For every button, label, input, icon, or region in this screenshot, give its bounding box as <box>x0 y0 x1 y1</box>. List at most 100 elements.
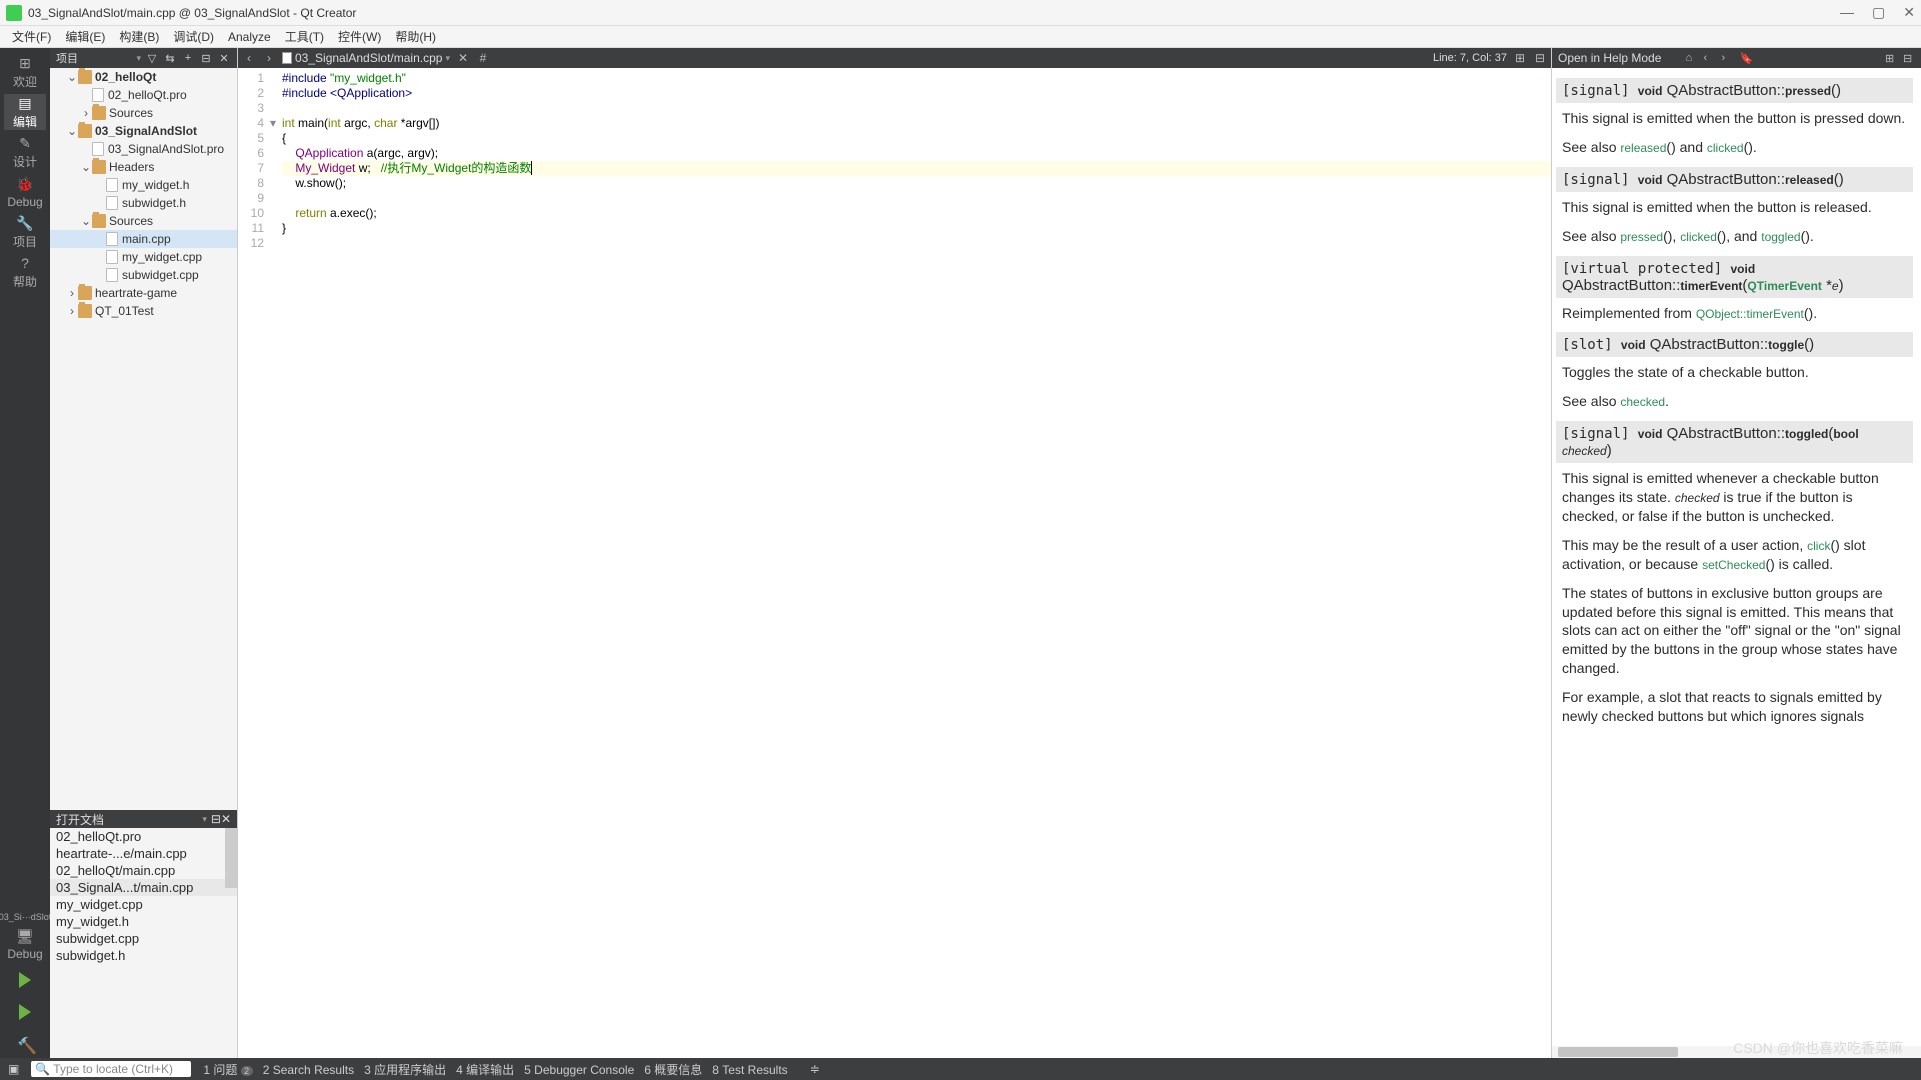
open-file-item[interactable]: 02_helloQt/main.cpp <box>50 862 237 879</box>
close-editor-icon[interactable]: ✕ <box>456 51 470 65</box>
tree-node[interactable]: subwidget.h <box>50 194 237 212</box>
maximize-button[interactable]: ▢ <box>1872 4 1885 21</box>
expand-icon[interactable]: ⌄ <box>80 214 92 228</box>
fold-column[interactable]: ▾ <box>270 68 282 1058</box>
scrollbar-thumb[interactable] <box>225 828 237 888</box>
menu-item[interactable]: Analyze <box>222 28 277 46</box>
build-button[interactable]: 🔨 <box>7 1030 43 1058</box>
close-help-icon[interactable]: ⊟ <box>1903 52 1915 65</box>
expand-icon[interactable]: ⌄ <box>66 124 78 138</box>
close-panel-icon[interactable]: ✕ <box>217 51 231 65</box>
tree-node[interactable]: ⌄Sources <box>50 212 237 230</box>
menu-item[interactable]: 控件(W) <box>332 26 387 47</box>
debug-run-button[interactable] <box>7 998 43 1026</box>
symbol-dropdown[interactable]: # <box>476 51 490 65</box>
add-icon[interactable]: + <box>181 51 195 65</box>
code-editor[interactable]: 123456789101112 ▾ #include "my_widget.h"… <box>238 68 1551 1058</box>
expand-icon[interactable]: ⌄ <box>66 70 78 84</box>
tree-node[interactable]: ›Sources <box>50 104 237 122</box>
mode-设计[interactable]: ✎设计 <box>4 134 46 170</box>
output-tab[interactable]: 3 应用程序输出 <box>364 1063 446 1077</box>
tree-label: subwidget.h <box>122 196 186 210</box>
mode-帮助[interactable]: ?帮助 <box>4 254 46 290</box>
run-button[interactable] <box>7 966 43 994</box>
output-tab[interactable]: 6 概要信息 <box>644 1063 702 1077</box>
menu-item[interactable]: 工具(T) <box>279 26 330 47</box>
menu-item[interactable]: 帮助(H) <box>389 26 442 47</box>
tree-node[interactable]: › QT_01Test <box>50 302 237 320</box>
file-path-dropdown[interactable]: 03_SignalAndSlot/main.cpp ▾ <box>282 51 450 65</box>
tree-node[interactable]: ›heartrate-game <box>50 284 237 302</box>
open-file-item[interactable]: heartrate-...e/main.cpp <box>50 845 237 862</box>
tree-node[interactable]: ⌄ 03_SignalAndSlot <box>50 122 237 140</box>
split-v-icon[interactable]: ⊟ <box>1533 51 1547 65</box>
close-icon[interactable]: ✕ <box>221 812 231 826</box>
sidebar-toggle-icon[interactable]: ▣ <box>8 1062 19 1076</box>
help-content[interactable]: [signal] void QAbstractButton::pressed()… <box>1552 68 1921 1046</box>
split-icon[interactable]: ⊞ <box>1885 52 1897 65</box>
mode-编辑[interactable]: ▤编辑 <box>4 94 46 130</box>
output-tab[interactable]: 1 问题 2 <box>203 1063 252 1077</box>
file-icon <box>106 178 118 192</box>
open-file-item[interactable]: subwidget.cpp <box>50 930 237 947</box>
tree-node[interactable]: 02_helloQt.pro <box>50 86 237 104</box>
open-file-item[interactable]: my_widget.cpp <box>50 896 237 913</box>
bookmark-icon[interactable]: 🔖 <box>1740 52 1752 65</box>
close-button[interactable]: ✕ <box>1903 4 1915 21</box>
split-icon[interactable]: ⊟ <box>211 812 221 826</box>
mode-icon: 🔧 <box>16 214 34 232</box>
tree-label: QT_01Test <box>95 304 154 318</box>
menu-item[interactable]: 文件(F) <box>6 26 57 47</box>
dropdown-icon[interactable]: ▾ <box>202 814 207 825</box>
home-icon[interactable]: ⌂ <box>1686 52 1698 64</box>
kit-label[interactable]: 03_Si···dSlot <box>0 912 51 922</box>
split-h-icon[interactable]: ⊞ <box>1513 51 1527 65</box>
output-tab[interactable]: 2 Search Results <box>263 1063 354 1077</box>
mode-项目[interactable]: 🔧项目 <box>4 214 46 250</box>
open-file-item[interactable]: 03_SignalA...t/main.cpp <box>50 879 237 896</box>
tree-node[interactable]: subwidget.cpp <box>50 266 237 284</box>
minimize-button[interactable]: — <box>1840 4 1854 21</box>
tree-node[interactable]: main.cpp <box>50 230 237 248</box>
side-panel: 项目 ▾ ▽ ⇆ + ⊟ ✕ ⌄02_helloQt02_helloQt.pro… <box>50 48 238 1058</box>
mode-Debug[interactable]: 🐞Debug <box>4 174 46 210</box>
menu-item[interactable]: 构建(B) <box>113 26 165 47</box>
line-col-indicator[interactable]: Line: 7, Col: 37 <box>1433 52 1507 64</box>
open-file-item[interactable]: 02_helloQt.pro <box>50 828 237 845</box>
output-tab[interactable]: 4 编译输出 <box>456 1063 514 1077</box>
menu-item[interactable]: 编辑(E) <box>59 26 111 47</box>
expand-icon[interactable]: ⌄ <box>80 160 92 174</box>
tree-node[interactable]: ⌄02_helloQt <box>50 68 237 86</box>
mode-欢迎[interactable]: ⊞欢迎 <box>4 54 46 90</box>
open-file-item[interactable]: my_widget.h <box>50 913 237 930</box>
filter-icon[interactable]: ▽ <box>145 51 159 65</box>
tree-node[interactable]: my_widget.h <box>50 176 237 194</box>
open-files-list[interactable]: 02_helloQt.proheartrate-...e/main.cpp02_… <box>50 828 237 1058</box>
link-icon[interactable]: ⇆ <box>163 51 177 65</box>
dropdown-icon[interactable]: ▾ <box>136 53 141 64</box>
open-file-item[interactable]: subwidget.h <box>50 947 237 964</box>
help-paragraph: Toggles the state of a checkable button. <box>1556 357 1913 386</box>
nav-fwd-icon[interactable]: › <box>262 51 276 65</box>
expand-icon[interactable]: › <box>66 286 78 300</box>
forward-icon[interactable]: › <box>1722 52 1734 64</box>
nav-back-icon[interactable]: ‹ <box>242 51 256 65</box>
project-panel-title[interactable]: 项目 <box>56 50 132 66</box>
project-tree[interactable]: ⌄02_helloQt02_helloQt.pro›Sources ⌄ 03_Sig… <box>50 68 237 810</box>
split-icon[interactable]: ⊟ <box>199 51 213 65</box>
more-icon[interactable]: ≑ <box>810 1062 820 1076</box>
expand-icon[interactable]: › <box>66 304 78 318</box>
kit-selector[interactable]: 🖥Debug <box>4 926 46 962</box>
folder-icon <box>78 124 92 138</box>
tree-node[interactable]: my_widget.cpp <box>50 248 237 266</box>
tree-node[interactable]: 03_SignalAndSlot.pro <box>50 140 237 158</box>
tree-label: 03_SignalAndSlot <box>95 124 197 138</box>
tree-node[interactable]: ⌄Headers <box>50 158 237 176</box>
back-icon[interactable]: ‹ <box>1704 52 1716 64</box>
output-tab[interactable]: 5 Debugger Console <box>524 1063 634 1077</box>
help-scrollbar[interactable] <box>1552 1046 1921 1058</box>
expand-icon[interactable]: › <box>80 106 92 120</box>
output-tab[interactable]: 8 Test Results <box>712 1063 787 1077</box>
menu-item[interactable]: 调试(D) <box>167 26 220 47</box>
locator-input[interactable]: 🔍 Type to locate (Ctrl+K) <box>31 1061 191 1077</box>
